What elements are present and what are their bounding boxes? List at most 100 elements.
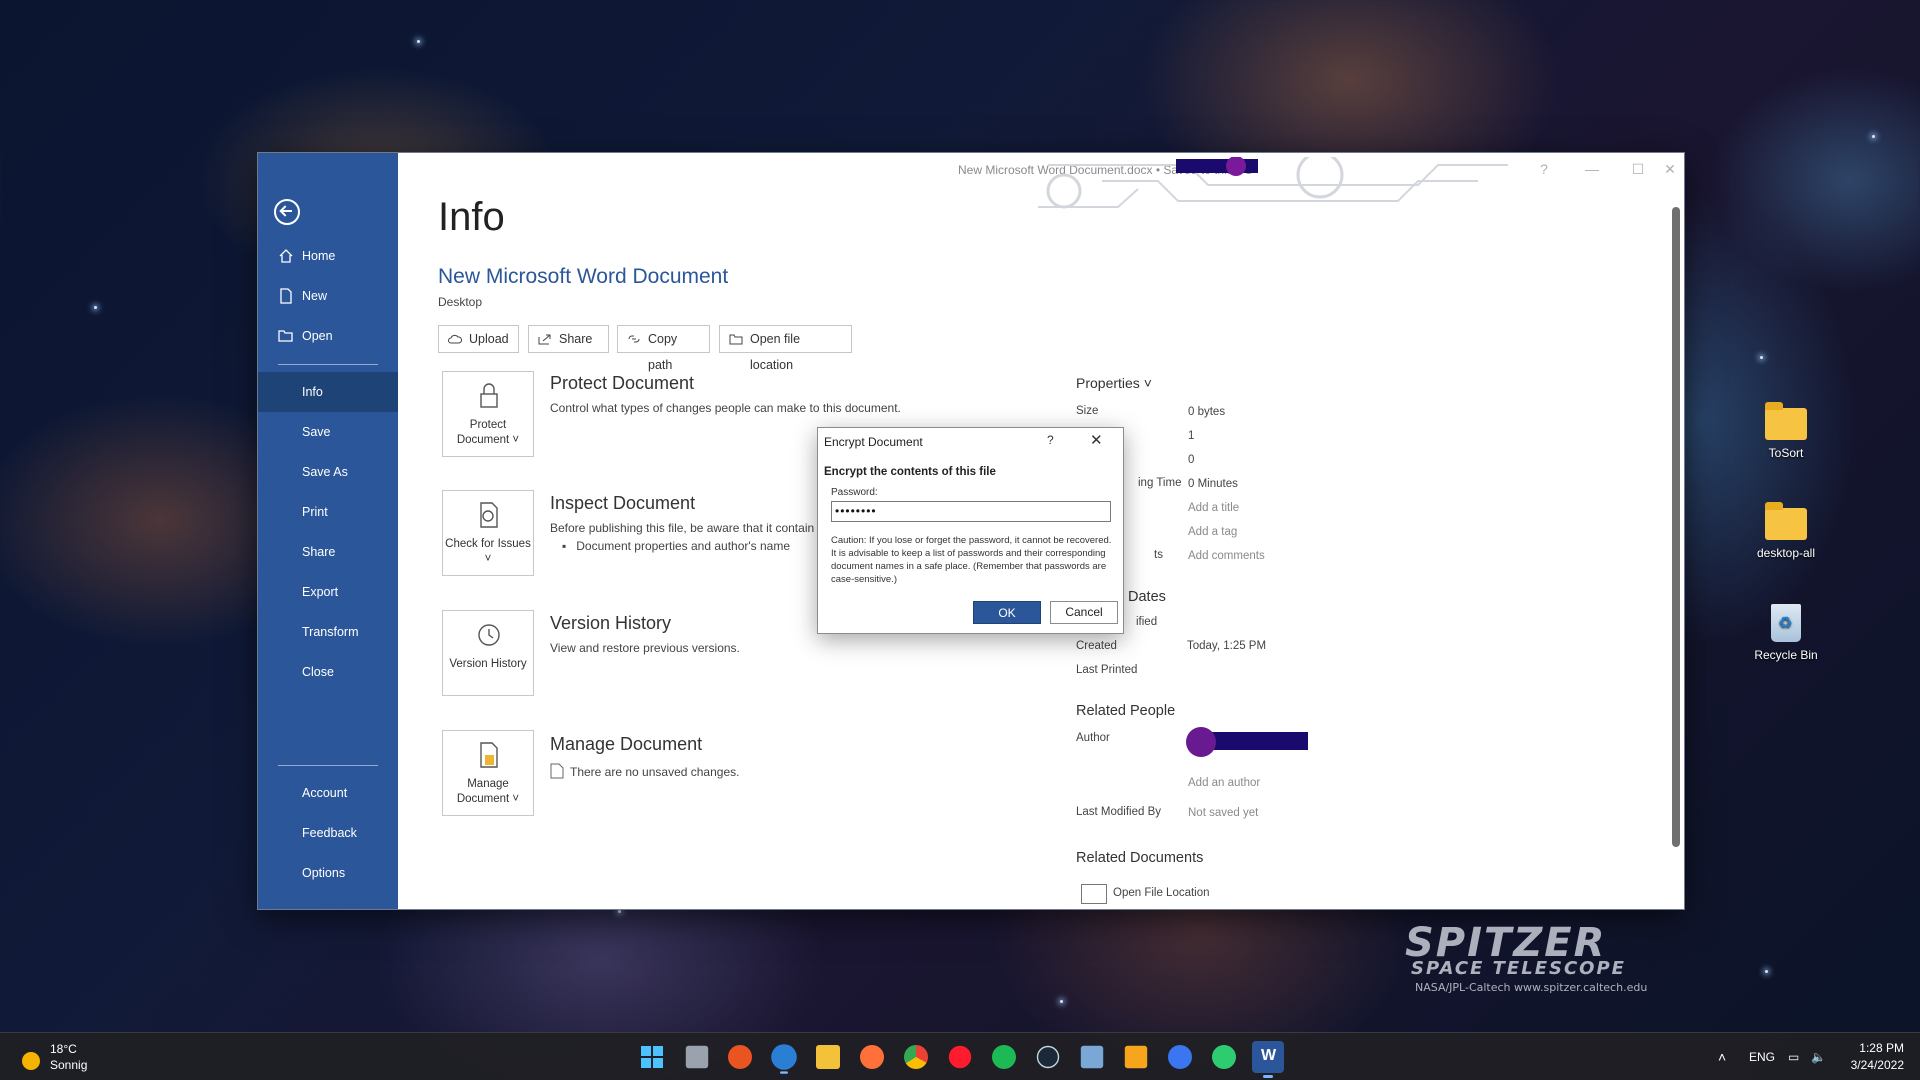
watermark-line: SPACE TELESCOPE — [1411, 958, 1626, 979]
sidebar-item-share[interactable]: Share — [258, 532, 398, 572]
recycle-bin-icon — [1771, 604, 1801, 642]
property-value-words: 0 — [1188, 454, 1195, 466]
tile-label: Protect Document ˅ — [456, 419, 520, 446]
properties-dropdown[interactable]: Properties ˅ — [1076, 375, 1152, 391]
desktop-icon-label: desktop-all — [1756, 546, 1816, 560]
word-taskbar-icon[interactable]: W — [1252, 1041, 1284, 1078]
dialog-help-button[interactable]: ? — [1047, 433, 1054, 447]
dialog-close-icon[interactable]: ✕ — [1090, 431, 1103, 449]
sidebar-divider — [278, 765, 378, 766]
start-button[interactable] — [636, 1041, 668, 1073]
property-value-title[interactable]: Add a title — [1188, 502, 1239, 514]
close-window-button[interactable]: ✕ — [1656, 159, 1684, 179]
desktop-icon-tosort[interactable]: ToSort — [1741, 402, 1831, 460]
tile-label: Version History — [449, 658, 527, 670]
property-value-size: 0 bytes — [1188, 406, 1226, 418]
sidebar-item-feedback[interactable]: Feedback — [258, 813, 398, 853]
section-description: Before publishing this file, be aware th… — [550, 521, 815, 535]
version-history-button[interactable]: Version History — [442, 610, 534, 696]
sidebar-item-label: Account — [302, 786, 348, 800]
upload-label: Upload — [469, 332, 509, 346]
maximize-button[interactable]: ☐ — [1624, 159, 1652, 179]
related-documents-header: Related Documents — [1076, 850, 1204, 866]
bullet-text: Document properties and author's name — [576, 539, 791, 553]
task-view-icon[interactable] — [685, 1045, 709, 1069]
folder-open-icon — [278, 330, 293, 342]
snipping-tool-icon[interactable] — [1124, 1045, 1148, 1069]
document-icon — [550, 763, 564, 779]
open-file-location-link[interactable]: Open File Location — [1113, 887, 1210, 899]
sidebar-item-new[interactable]: New — [258, 276, 398, 316]
copy-path-button[interactable]: Copy path — [617, 325, 710, 372]
backstage-sidebar: Home New Open Info Save Save As Print Sh… — [258, 153, 398, 909]
tile-label: Manage Document ˅ — [456, 778, 520, 805]
sidebar-item-info[interactable]: Info — [258, 372, 398, 412]
minimize-button[interactable]: — — [1578, 159, 1606, 179]
help-button[interactable]: ? — [1530, 159, 1558, 179]
language-indicator[interactable]: ENG — [1749, 1033, 1775, 1080]
firefox-icon[interactable] — [860, 1045, 884, 1069]
sidebar-item-options[interactable]: Options — [258, 853, 398, 893]
sun-icon — [22, 1052, 40, 1070]
back-arrow-icon[interactable] — [274, 199, 300, 225]
sidebar-item-open[interactable]: Open — [258, 316, 398, 356]
sidebar-item-save-as[interactable]: Save As — [258, 452, 398, 492]
manage-document-button[interactable]: Manage Document ˅ — [442, 730, 534, 816]
vpn-icon[interactable] — [1212, 1045, 1236, 1069]
sidebar-item-print[interactable]: Print — [258, 492, 398, 532]
sidebar-item-label: Options — [302, 866, 346, 880]
open-file-location-label: Open file location — [750, 332, 801, 372]
chrome-icon[interactable] — [904, 1045, 928, 1069]
property-value-tags[interactable]: Add a tag — [1188, 526, 1237, 538]
cloud-upload-icon — [448, 334, 462, 344]
signal-icon[interactable] — [1168, 1045, 1192, 1069]
password-field[interactable]: •••••••• — [831, 501, 1111, 522]
thunderbird-icon[interactable] — [771, 1044, 797, 1074]
protect-document-button[interactable]: Protect Document ˅ — [442, 371, 534, 457]
copy-path-label: Copy path — [648, 332, 678, 372]
ubuntu-icon[interactable] — [728, 1045, 752, 1069]
photos-icon[interactable] — [1080, 1045, 1104, 1069]
property-label-editing-time: ing Time — [1138, 477, 1182, 489]
sidebar-item-export[interactable]: Export — [258, 572, 398, 612]
steam-icon[interactable] — [1036, 1045, 1060, 1069]
cancel-button[interactable]: Cancel — [1050, 601, 1118, 624]
share-button[interactable]: Share — [528, 325, 609, 353]
section-title: Protect Document — [550, 373, 695, 393]
spotify-icon[interactable] — [992, 1045, 1016, 1069]
lock-icon — [480, 383, 498, 408]
page-title: Info — [438, 195, 505, 239]
add-author-link[interactable]: Add an author — [1188, 777, 1260, 789]
scrollbar-thumb[interactable] — [1672, 207, 1680, 847]
avatar[interactable] — [1186, 727, 1216, 757]
sidebar-item-home[interactable]: Home — [258, 236, 398, 276]
sidebar-item-transform[interactable]: Transform — [258, 612, 398, 652]
opera-icon[interactable] — [948, 1045, 972, 1069]
sidebar-item-label: Save As — [302, 465, 348, 479]
desktop-icon-desktop-all[interactable]: desktop-all — [1741, 502, 1831, 560]
system-clock[interactable]: 1:28 PM 3/24/2022 — [1851, 1040, 1904, 1074]
sidebar-item-save[interactable]: Save — [258, 412, 398, 452]
section-description: View and restore previous versions. — [550, 641, 740, 655]
network-icon[interactable]: ▭ — [1788, 1033, 1799, 1080]
section-title: Manage Document — [550, 734, 703, 754]
sidebar-item-account[interactable]: Account — [258, 773, 398, 813]
upload-button[interactable]: Upload — [438, 325, 519, 353]
tray-overflow-chevron-icon[interactable]: ˄ — [1718, 1033, 1726, 1080]
desktop-icon-recycle-bin[interactable]: Recycle Bin — [1741, 604, 1831, 662]
ok-button[interactable]: OK — [973, 601, 1041, 624]
star-decoration — [1060, 1000, 1063, 1003]
file-explorer-icon[interactable] — [816, 1045, 840, 1069]
sidebar-item-close[interactable]: Close — [258, 652, 398, 692]
home-icon — [279, 249, 293, 263]
related-dates-header: Dates — [1128, 589, 1166, 605]
check-for-issues-button[interactable]: Check for Issues ˅ — [442, 490, 534, 576]
manage-document-icon — [480, 742, 498, 768]
vertical-scrollbar[interactable] — [1672, 197, 1680, 901]
volume-icon[interactable]: 🔈 — [1811, 1033, 1826, 1080]
folder-icon — [1765, 402, 1807, 440]
open-file-location-button[interactable]: Open file location — [719, 325, 852, 372]
sidebar-item-label: New — [302, 289, 328, 303]
property-value-comments[interactable]: Add comments — [1188, 550, 1265, 562]
property-value-last-modified-by: Not saved yet — [1188, 807, 1259, 819]
